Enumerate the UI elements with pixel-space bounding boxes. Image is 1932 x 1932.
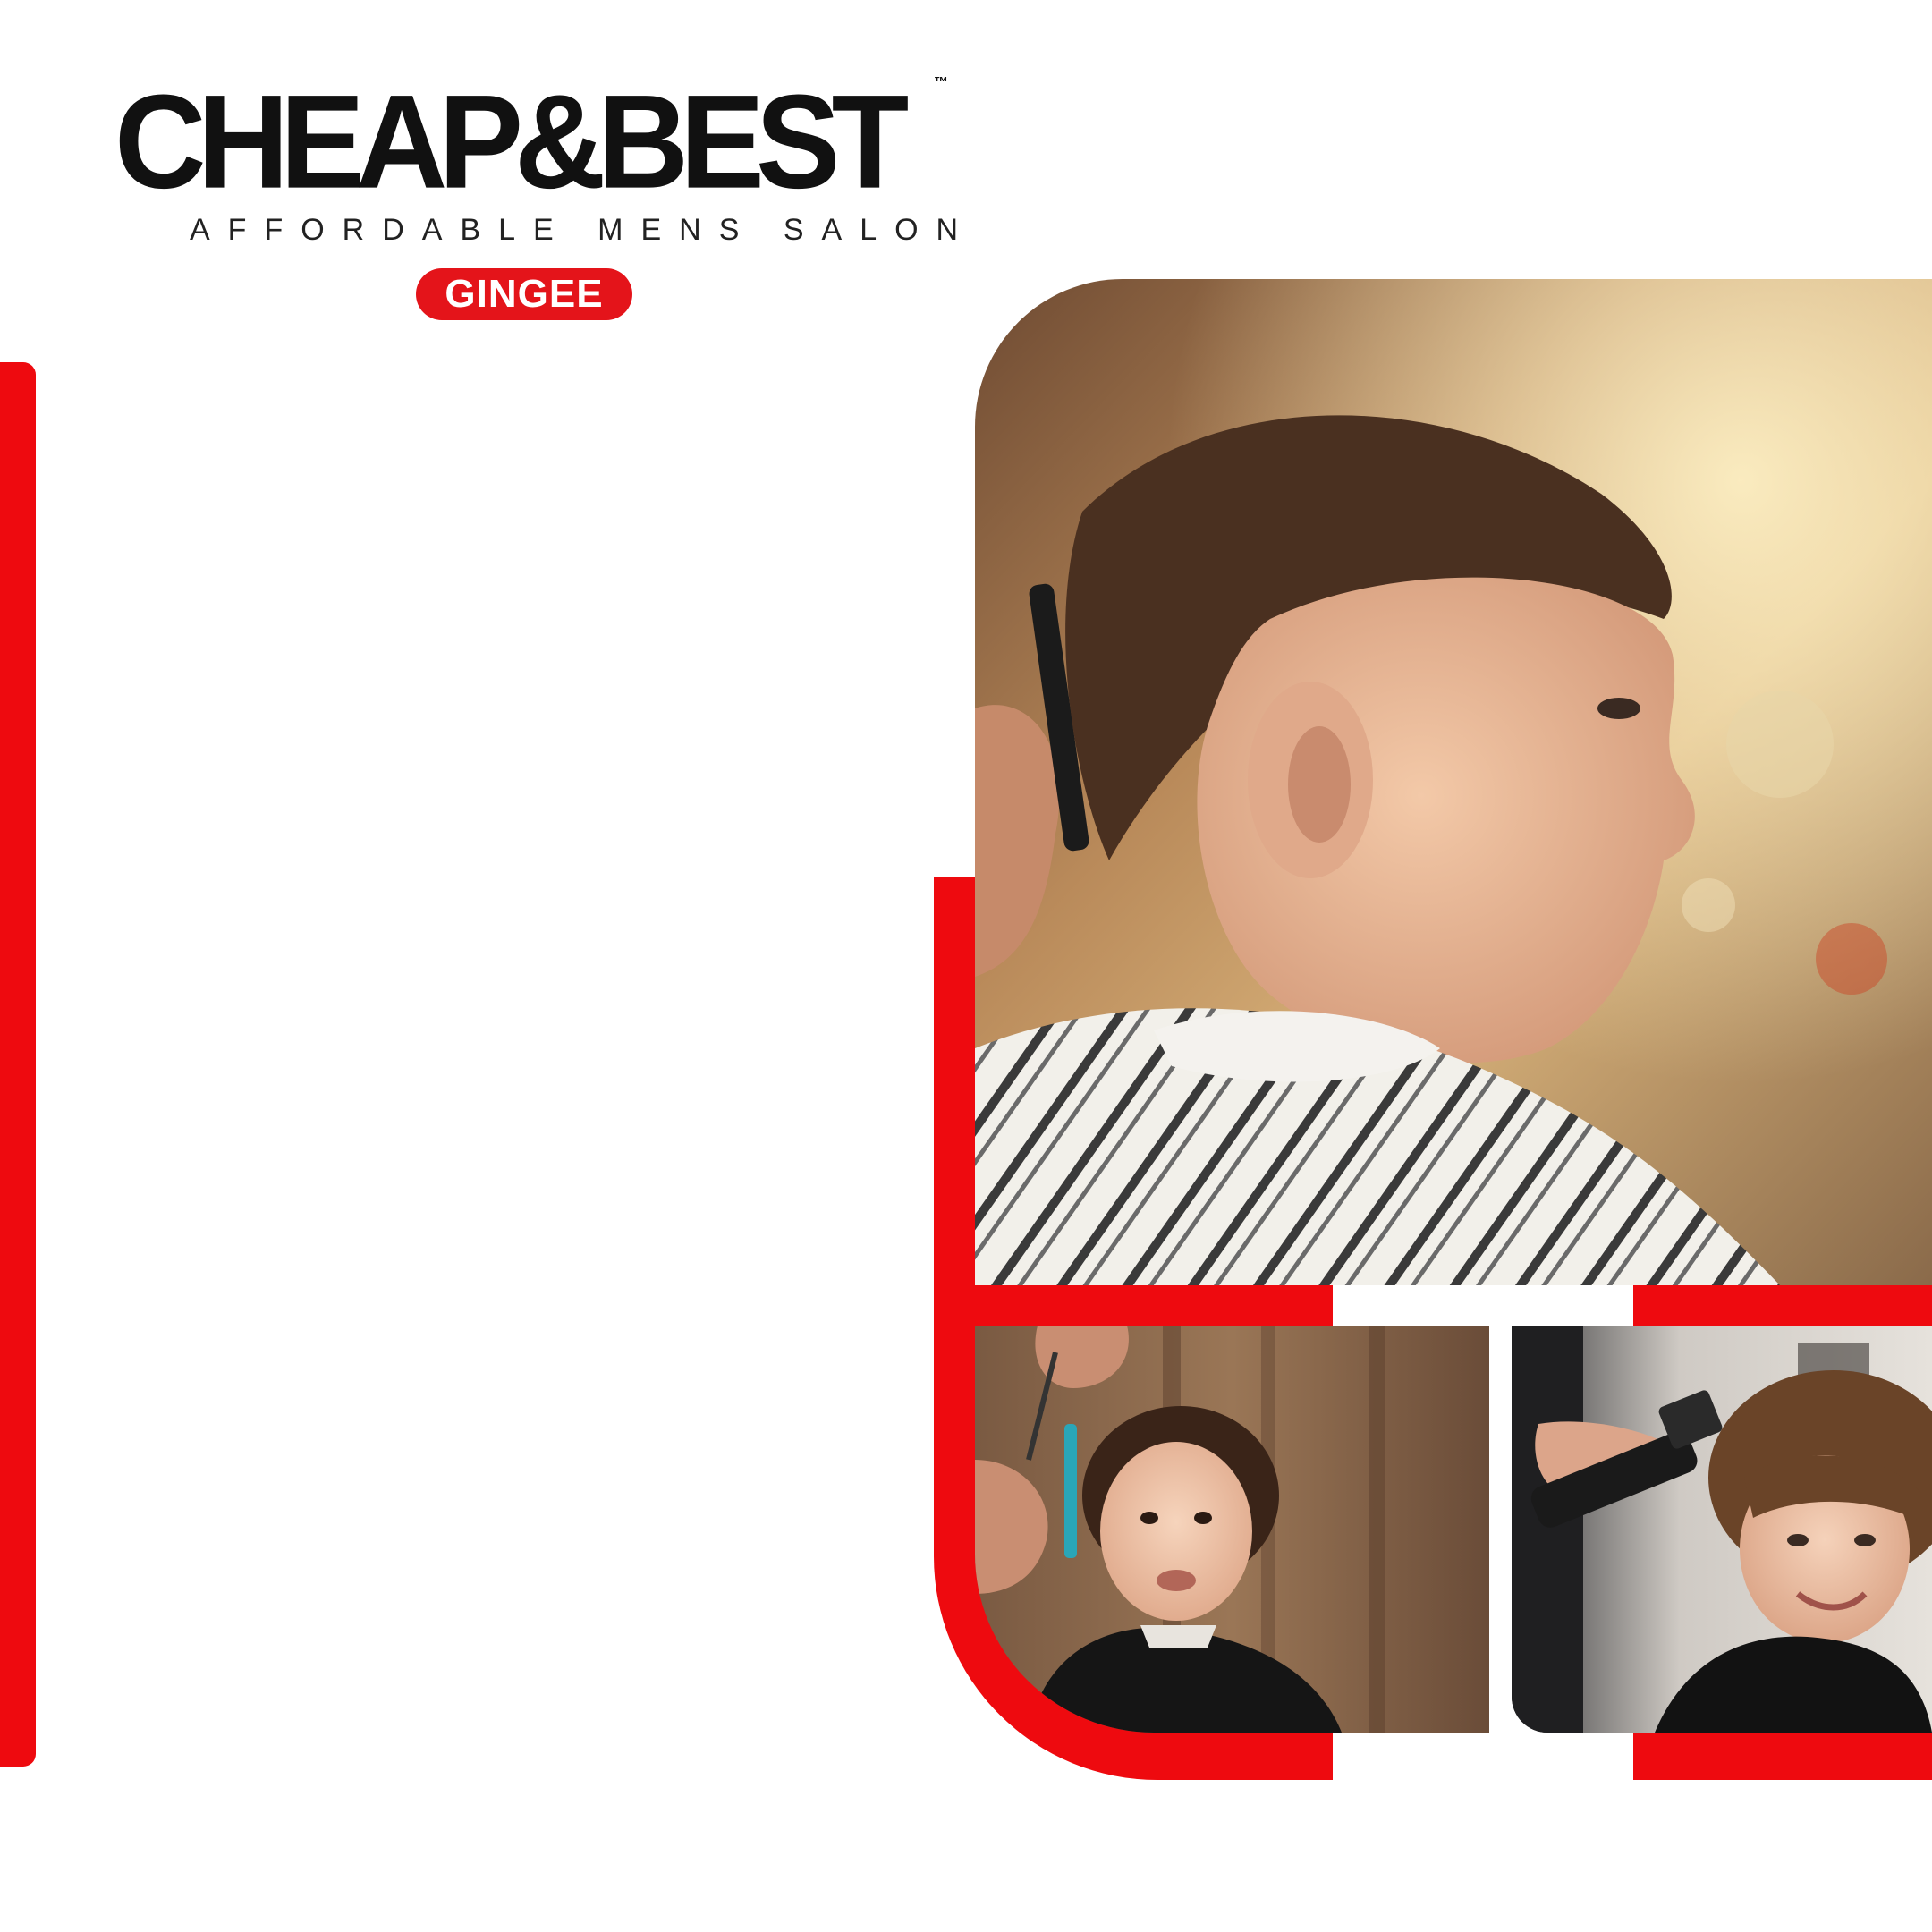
left-accent-bar — [0, 362, 36, 1767]
toddler-haircut-photo — [975, 1326, 1489, 1733]
frame-gap — [1333, 1285, 1633, 1325]
boy-clipper-haircut-photo — [1512, 1326, 1932, 1733]
location-badge: GINGEE — [416, 268, 632, 320]
boy-haircut-side-profile-image — [975, 279, 1932, 1285]
smiling-boy-haircut-image — [1512, 1326, 1932, 1733]
brand-name: CHEAP&BEST — [114, 67, 909, 217]
main-haircut-photo — [975, 279, 1932, 1285]
toddler-haircut-image — [975, 1326, 1489, 1733]
trademark-symbol: ™ — [934, 75, 948, 90]
brand-tagline: AFFORDABLE MENS SALON — [190, 213, 977, 247]
brand-logo: CHEAP&BEST ™ AFFORDABLE MENS SALON GINGE… — [107, 63, 977, 331]
